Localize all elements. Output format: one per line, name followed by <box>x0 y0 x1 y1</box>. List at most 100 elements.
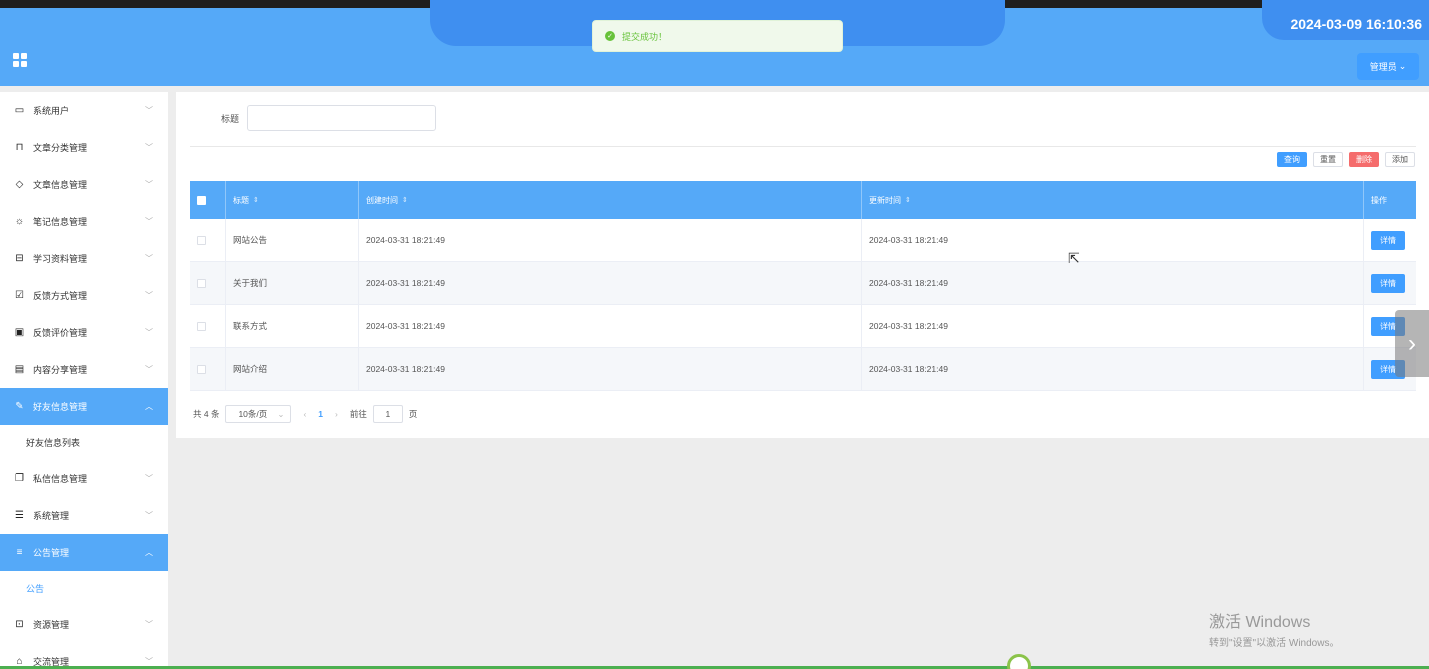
sidebar-item-feedback-review[interactable]: ▣ 反馈评价管理 ﹀ <box>0 314 168 351</box>
detail-button[interactable]: 详情 <box>1371 230 1405 250</box>
select-all-checkbox[interactable] <box>197 195 206 205</box>
chevron-down-icon: ﹀ <box>145 511 153 520</box>
header-created[interactable]: 创建时间 ⇕ <box>359 181 862 219</box>
inbox-icon: ⊟ <box>15 253 24 264</box>
sidebar-item-content-share[interactable]: ▤ 内容分享管理 ﹀ <box>0 351 168 388</box>
toast-message: 提交成功！ <box>622 31 668 42</box>
search-label: 标题 <box>221 114 240 124</box>
main-panel: 标题 查询 重置 删除 添加 标题 ⇕ 创建时间 ⇕ 更新时间 ⇕ 操作 网站公告 2… <box>176 92 1429 438</box>
header-title[interactable]: 标题 ⇕ <box>226 181 359 219</box>
watermark-subtitle: 转到"设置"以激活 Windows。 <box>1209 638 1340 649</box>
sidebar-item-label: 好友信息管理 <box>33 402 88 412</box>
chevron-down-icon: ﹀ <box>145 620 153 629</box>
check-circle-icon: ✓ <box>605 31 615 41</box>
chevron-right-icon[interactable]: › <box>1395 310 1429 377</box>
chevron-down-icon: ﹀ <box>145 365 153 374</box>
header-updated[interactable]: 更新时间 ⇕ <box>862 181 1364 219</box>
announcement-table: 标题 ⇕ 创建时间 ⇕ 更新时间 ⇕ 操作 网站公告 2024-03-31 18:21… <box>190 181 1416 391</box>
sidebar-item-label: 笔记信息管理 <box>33 217 88 227</box>
reset-button[interactable]: 重置 <box>1313 152 1343 167</box>
divider <box>190 146 1416 147</box>
prev-page-icon[interactable]: ‹ <box>297 409 312 419</box>
window-icon: ▤ <box>14 364 25 375</box>
row-checkbox[interactable] <box>197 321 206 331</box>
add-button[interactable]: 添加 <box>1385 152 1415 167</box>
row-checkbox-cell <box>190 348 226 390</box>
chevron-down-icon: ﹀ <box>145 106 153 115</box>
chevron-down-icon: ⌄ <box>277 408 285 419</box>
table-header: 标题 ⇕ 创建时间 ⇕ 更新时间 ⇕ 操作 <box>190 181 1416 219</box>
cell-action: 详情 <box>1364 219 1416 261</box>
goto-page-input[interactable]: 1 <box>372 405 403 423</box>
sort-icon[interactable]: ⇕ <box>905 196 911 204</box>
sidebar-item-feedback-method[interactable]: ☑ 反馈方式管理 ﹀ <box>0 277 168 314</box>
next-page-icon[interactable]: › <box>329 409 344 419</box>
sidebar-item-label: 反馈方式管理 <box>33 291 88 301</box>
sidebar-item-resources[interactable]: ⊡ 资源管理 ﹀ <box>0 606 168 643</box>
goto-label: 前往 <box>349 409 367 419</box>
sidebar-item-article-category[interactable]: ⊓ 文章分类管理 ﹀ <box>0 129 168 166</box>
header-title-label: 标题 <box>233 195 249 205</box>
menu-grid-icon[interactable] <box>13 53 27 67</box>
page-size-select[interactable]: 10条/页 ⌄ <box>225 405 292 423</box>
sidebar-item-article-info[interactable]: ◇ 文章信息管理 ﹀ <box>0 166 168 203</box>
cell-updated: 2024-03-31 18:21:49 <box>862 305 1364 347</box>
cell-created: 2024-03-31 18:21:49 <box>359 305 862 347</box>
sidebar-subitem-friend-list[interactable]: 好友信息列表 <box>0 425 168 460</box>
cell-title: 网站公告 <box>226 219 359 261</box>
cell-created: 2024-03-31 18:21:49 <box>359 348 862 390</box>
detail-button[interactable]: 详情 <box>1371 273 1405 293</box>
sidebar-item-system[interactable]: ☰ 系统管理 ﹀ <box>0 497 168 534</box>
table-row: 关于我们 2024-03-31 18:21:49 2024-03-31 18:2… <box>190 262 1416 305</box>
lock-icon: ⊡ <box>15 619 24 630</box>
paperclip-icon: ✎ <box>15 401 24 412</box>
row-checkbox[interactable] <box>197 235 206 245</box>
chevron-up-icon: ︿ <box>145 402 153 411</box>
delete-button[interactable]: 删除 <box>1349 152 1379 167</box>
sidebar-item-users[interactable]: ▭ 系统用户 ﹀ <box>0 92 168 129</box>
table-row: 联系方式 2024-03-31 18:21:49 2024-03-31 18:2… <box>190 305 1416 348</box>
table-row: 网站介绍 2024-03-31 18:21:49 2024-03-31 18:2… <box>190 348 1416 391</box>
success-toast: ✓ 提交成功！ <box>592 20 843 52</box>
sidebar-item-label: 资源管理 <box>33 620 70 630</box>
sort-icon[interactable]: ⇕ <box>402 196 408 204</box>
chevron-down-icon: ﹀ <box>145 180 153 189</box>
chevron-down-icon: ﹀ <box>145 217 153 226</box>
cell-updated: 2024-03-31 18:21:49 <box>862 262 1364 304</box>
page-suffix: 页 <box>408 409 418 419</box>
row-checkbox-cell <box>190 262 226 304</box>
chevron-down-icon: ﹀ <box>145 474 153 483</box>
cell-created: 2024-03-31 18:21:49 <box>359 262 862 304</box>
sidebar-item-friends[interactable]: ✎ 好友信息管理 ︿ <box>0 388 168 425</box>
sidebar-item-notes[interactable]: ☼ 笔记信息管理 ﹀ <box>0 203 168 240</box>
sidebar-item-label: 公告管理 <box>33 548 70 558</box>
select-all-cell <box>190 181 226 219</box>
header-action: 操作 <box>1371 195 1387 205</box>
user-menu-button[interactable]: 管理员 ⌄ <box>1357 53 1419 80</box>
sort-icon[interactable]: ⇕ <box>253 196 259 204</box>
chat-icon: ▣ <box>14 327 25 338</box>
cell-title: 网站介绍 <box>226 348 359 390</box>
sidebar-item-study-materials[interactable]: ⊟ 学习资料管理 ﹀ <box>0 240 168 277</box>
bookmark-icon: ⊓ <box>15 142 24 153</box>
toolbar: 查询 重置 删除 添加 <box>1277 152 1415 167</box>
row-checkbox-cell <box>190 305 226 347</box>
query-button[interactable]: 查询 <box>1277 152 1307 167</box>
sidebar-item-label: 文章分类管理 <box>33 143 88 153</box>
header-datetime: 2024-03-09 16:10:36 <box>1290 16 1422 32</box>
title-search-input[interactable] <box>247 105 436 131</box>
header-updated-label: 更新时间 <box>869 195 901 205</box>
sliders-icon: ☰ <box>15 510 24 521</box>
row-checkbox[interactable] <box>197 278 206 288</box>
floating-circle-icon[interactable] <box>1007 654 1031 669</box>
pagination-total: 共 4 条 <box>193 409 220 419</box>
tag-icon: ◇ <box>15 179 24 190</box>
sidebar-subitem-announcement[interactable]: 公告 <box>0 571 168 606</box>
row-checkbox[interactable] <box>197 364 206 374</box>
sidebar: ▭ 系统用户 ﹀ ⊓ 文章分类管理 ﹀ ◇ 文章信息管理 ﹀ ☼ 笔记信息管理 … <box>0 92 168 669</box>
sidebar-item-messages[interactable]: ❐ 私信信息管理 ﹀ <box>0 460 168 497</box>
cell-action: 详情 <box>1364 262 1416 304</box>
sidebar-item-announcements[interactable]: ≡ 公告管理 ︿ <box>0 534 168 571</box>
cell-created: 2024-03-31 18:21:49 <box>359 219 862 261</box>
current-page[interactable]: 1 <box>318 409 323 419</box>
